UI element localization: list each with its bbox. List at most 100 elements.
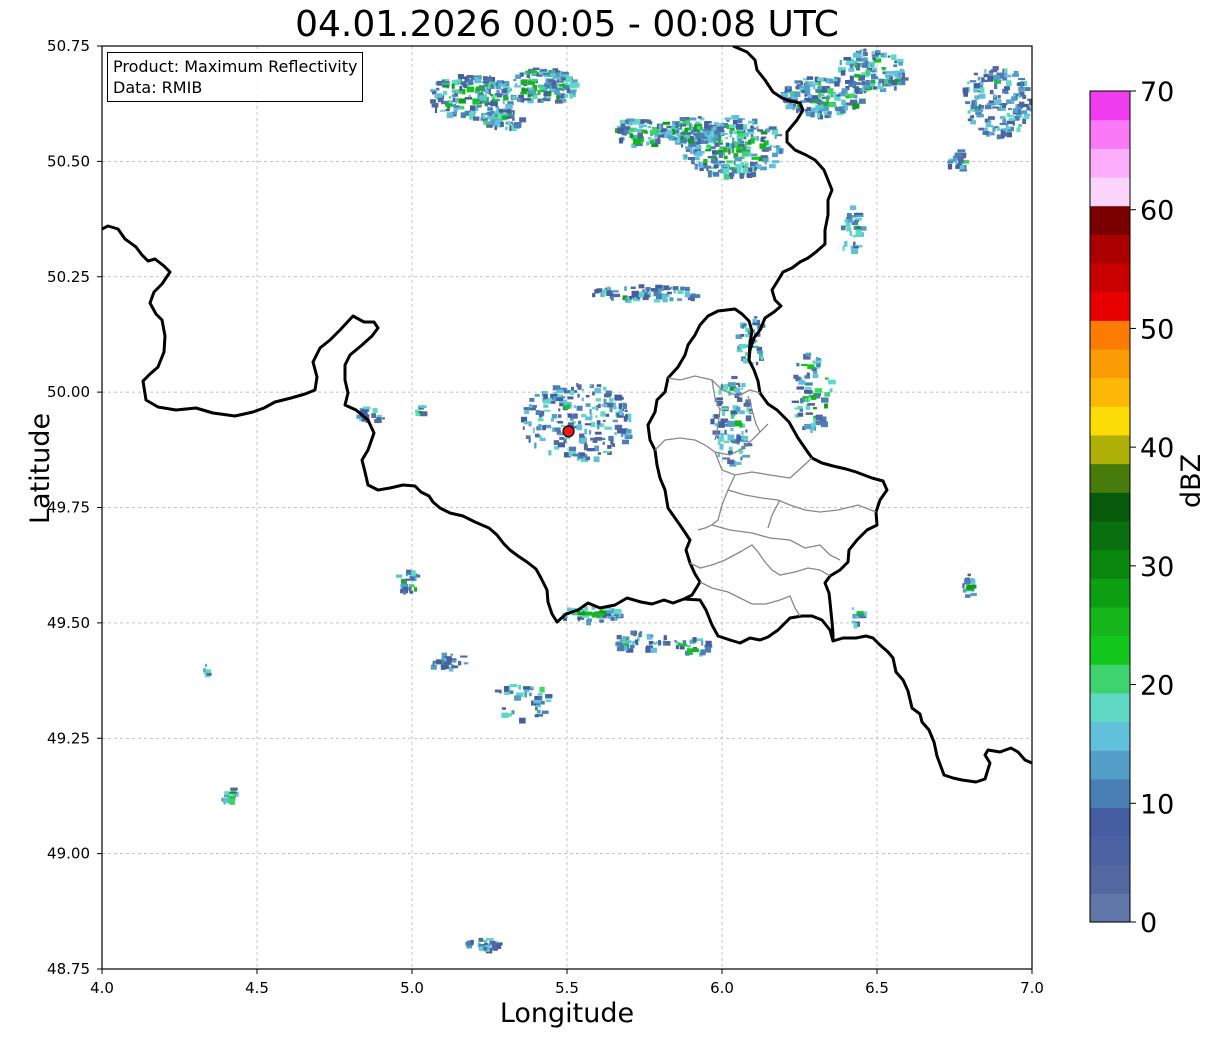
echo-pixel xyxy=(741,156,745,160)
echo-pixel xyxy=(691,648,699,652)
echo-pixel xyxy=(722,168,730,174)
echo-pixel xyxy=(590,422,596,428)
echo-pixel xyxy=(445,108,450,112)
echo-pixel xyxy=(494,125,497,131)
echo-pixel xyxy=(737,133,744,137)
echo-pixel xyxy=(806,76,814,80)
echo-pixel xyxy=(730,143,733,147)
echo-pixel xyxy=(578,455,584,459)
echo-pixel xyxy=(520,91,528,95)
echo-pixel xyxy=(745,415,752,422)
echo-pixel xyxy=(714,416,719,419)
echo-pixel xyxy=(854,74,862,78)
echo-pixel xyxy=(539,437,546,442)
echo-pixel xyxy=(826,77,830,84)
echo-pixel xyxy=(502,115,505,120)
echo-pixel xyxy=(1004,74,1012,78)
echo-pixel xyxy=(684,154,688,159)
echo-pixel xyxy=(811,95,819,100)
echo-pixel xyxy=(685,148,691,153)
echo-pixel xyxy=(1006,80,1012,87)
echo-pixel xyxy=(721,164,724,168)
echo-pixel xyxy=(552,77,560,80)
echo-pixel xyxy=(665,131,673,136)
colorbar-segment xyxy=(1090,549,1130,579)
echo-pixel xyxy=(581,615,590,618)
echo-pixel xyxy=(679,117,687,122)
echo-pixel xyxy=(741,430,744,435)
echo-pixel xyxy=(738,410,745,415)
echo-pixel xyxy=(610,296,614,301)
echo-pixel xyxy=(486,124,493,128)
echo-pixel xyxy=(970,592,977,597)
echo-pixel xyxy=(761,149,765,152)
echo-pixel xyxy=(638,294,643,298)
echo-pixel xyxy=(629,644,635,649)
echo-pixel xyxy=(857,63,861,67)
echo-pixel xyxy=(486,937,494,941)
echo-pixel xyxy=(592,440,598,443)
echo-pixel xyxy=(742,118,745,121)
echo-pixel xyxy=(663,635,667,641)
echo-pixel xyxy=(843,56,852,61)
colorbar-tick-label: 20 xyxy=(1140,671,1174,702)
echo-pixel xyxy=(997,79,1002,82)
echo-pixel xyxy=(534,714,539,718)
colorbar: 0 10 20 30 40 50 60 70 xyxy=(1089,77,1174,939)
echo-pixel xyxy=(813,427,817,431)
echo-pixel xyxy=(718,437,725,442)
map-canvas: 4.0 4.5 5.0 5.5 6.0 6.5 7.0 48.75 49.00 49.25 49.… xyxy=(47,37,1174,997)
echo-pixel xyxy=(547,92,552,96)
echo-pixel xyxy=(796,362,800,367)
echo-pixel xyxy=(812,373,819,379)
echo-pixel xyxy=(850,249,858,255)
echo-pixel xyxy=(719,444,724,450)
echo-pixel xyxy=(861,62,869,68)
echo-pixel xyxy=(560,83,566,87)
echo-pixel xyxy=(556,389,564,394)
echo-pixel xyxy=(704,138,707,141)
echo-pixel xyxy=(992,106,999,109)
echo-pixel xyxy=(750,125,754,129)
echo-pixel xyxy=(702,129,708,132)
echo-pixel xyxy=(728,124,737,129)
echo-pixel xyxy=(872,56,876,61)
x-axis-label: Longitude xyxy=(499,998,635,1029)
echo-pixel xyxy=(649,129,656,135)
y-axis-label: Latitude xyxy=(25,412,56,524)
x-tick-label: 5.5 xyxy=(555,979,579,997)
echo-pixel xyxy=(533,699,541,704)
echo-pixel xyxy=(1005,126,1011,130)
echo-pixel xyxy=(606,610,613,614)
echo-pixel xyxy=(727,382,736,387)
echo-pixel xyxy=(484,942,488,946)
echo-pixel xyxy=(595,398,602,402)
echo-pixel xyxy=(655,641,659,645)
echo-pixel xyxy=(734,156,742,162)
echo-pixel xyxy=(754,166,757,171)
echo-pixel xyxy=(451,665,459,669)
echo-pixel xyxy=(413,587,418,592)
echo-pixel xyxy=(752,345,759,348)
echo-pixel xyxy=(586,448,595,452)
echo-pixel xyxy=(543,409,551,412)
colorbar-segment xyxy=(1090,778,1130,808)
echo-pixel xyxy=(818,93,825,96)
echo-pixel xyxy=(662,121,671,125)
echo-pixel xyxy=(530,70,538,74)
echo-pixel xyxy=(1016,106,1021,109)
echo-pixel xyxy=(611,616,615,621)
echo-pixel xyxy=(712,171,720,177)
echo-pixel xyxy=(863,57,868,61)
echo-pixel xyxy=(967,573,971,577)
echo-pixel xyxy=(760,137,765,143)
echo-pixel xyxy=(893,86,897,91)
echo-pixel xyxy=(595,415,598,418)
echo-pixel xyxy=(760,131,768,135)
echo-pixel xyxy=(638,124,644,129)
echo-pixel xyxy=(605,413,610,417)
echo-pixel xyxy=(539,410,545,416)
echo-pixel xyxy=(1022,94,1027,99)
echo-pixel xyxy=(609,397,614,403)
echo-pixel xyxy=(817,91,822,94)
